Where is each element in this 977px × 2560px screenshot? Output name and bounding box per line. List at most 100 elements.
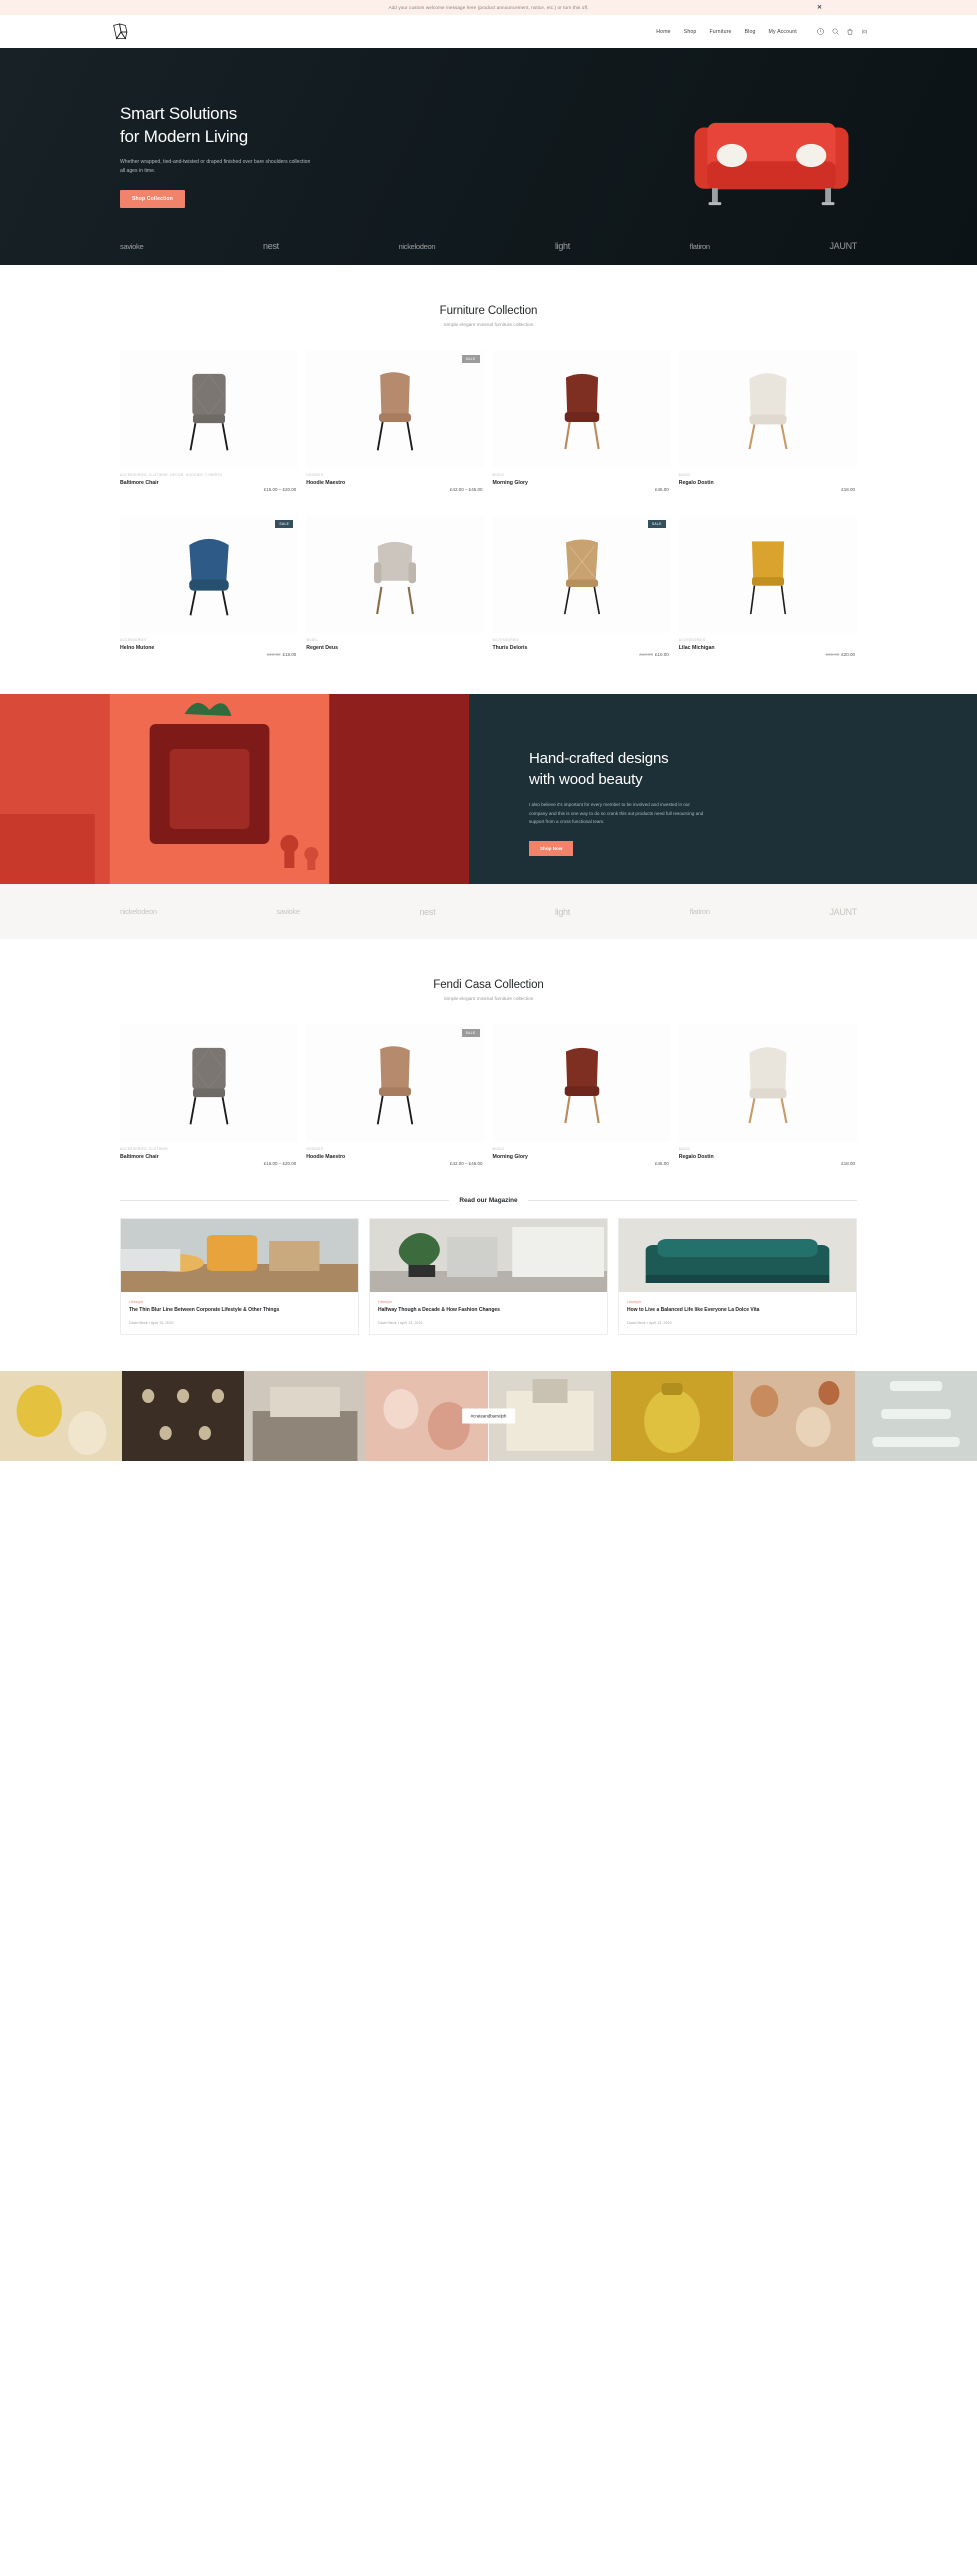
product-category: MUSIC (306, 638, 319, 642)
blog-post-card[interactable]: Lifestyle Halfway Though a Decade & How … (369, 1218, 608, 1336)
sale-badge: SALE (647, 520, 666, 528)
product-meta: MUSIC Morning Glory £45.00 (493, 1147, 671, 1167)
feature-title-line1: Hand-crafted designs (528, 750, 669, 767)
magazine-section: Read our Magazine Lifestyle The Thin Blu… (0, 1167, 977, 1336)
instagram-tile[interactable] (122, 1371, 245, 1462)
product-meta: ACCESSORIES, CLOTHING Baltimore Chair £1… (120, 1147, 298, 1167)
feature-paragraph: I also believe it's important for every … (528, 802, 704, 825)
product-card[interactable]: SALE HOODIES Hoodie Maestro £42.00 – £45… (306, 350, 485, 493)
brand-logo-flatiron: flatiron (689, 241, 710, 251)
instagram-tile[interactable] (854, 1371, 977, 1462)
product-card[interactable]: MUSIC Regalo Dostin £18.00 (678, 350, 857, 493)
product-card[interactable]: SALE ACCESSORIES Thuris Deloris £18.00 £1… (492, 515, 671, 658)
product-category: MUSIC (492, 1147, 505, 1151)
instagram-hashtag[interactable]: #crateandbarrelph (461, 1408, 516, 1424)
instagram-tile[interactable] (610, 1371, 733, 1462)
product-name: Morning Glory (492, 1153, 528, 1160)
post-image[interactable] (370, 1219, 607, 1292)
section-title: Fendi Casa Collection (433, 979, 544, 991)
product-image[interactable] (120, 1024, 299, 1142)
product-grid-row1: ACCESSORIES, CLOTHING, DECOR, HOODIES, T… (120, 350, 857, 493)
product-card[interactable]: MUSIC Regalo Dostin £18.00 (678, 1024, 857, 1167)
product-image[interactable] (492, 1024, 671, 1142)
product-meta: ACCESSORIES, CLOTHING, DECOR, HOODIES, T… (120, 473, 298, 493)
product-card[interactable]: MUSIC Regent Deus (306, 515, 485, 658)
product-image[interactable]: SALE (306, 1024, 485, 1142)
post-meta: David Beck • April 13, 2019 (129, 1321, 350, 1325)
product-grid-row2: SALE ACCESSORIES Helno Mutone £20.00 £18.… (120, 515, 857, 658)
product-card[interactable]: SALE HOODIES Hoodie Maestro £42.00 – £45… (306, 1024, 485, 1167)
product-card[interactable]: ACCESSORIES, CLOTHING Baltimore Chair £1… (120, 1024, 299, 1167)
post-category[interactable]: Lifestyle (378, 1299, 599, 1304)
product-image[interactable] (120, 350, 299, 468)
post-category[interactable]: Lifestyle (129, 1299, 350, 1304)
product-category: MUSIC (492, 473, 505, 477)
brand-logo[interactable] (110, 22, 132, 42)
brand-logo-nickelodeon: nickelodeon (120, 907, 157, 916)
site-header: Home Shop Furniture Blog My Account (0) (0, 15, 977, 48)
instagram-tile[interactable] (244, 1371, 367, 1462)
nav-item-shop[interactable]: Shop (684, 29, 697, 35)
post-meta-separator: • (148, 1321, 150, 1326)
product-name: Regent Deus (306, 644, 338, 651)
product-image[interactable] (306, 515, 485, 633)
product-image[interactable] (678, 515, 857, 633)
announcement-text: Add your custom welcome message here (pr… (388, 5, 589, 10)
post-title[interactable]: The Thin Blur Line Between Corporate Lif… (129, 1307, 350, 1314)
product-card[interactable]: ACCESSORIES Lilac Michigan £60.00 £20.00 (678, 515, 857, 658)
post-image[interactable] (619, 1219, 856, 1292)
nav-item-my-account[interactable]: My Account (769, 29, 797, 35)
blog-post-card[interactable]: Lifestyle How to Live a Balanced Life li… (618, 1218, 857, 1336)
nav-item-home[interactable]: Home (656, 29, 670, 35)
product-sale-price: £20.00 (841, 652, 855, 657)
instagram-tile[interactable] (0, 1371, 123, 1462)
sofa-illustration (694, 122, 849, 206)
product-image[interactable]: SALE (492, 515, 671, 633)
post-date: April 13, 2019 (399, 1321, 423, 1326)
product-name: Hoodie Maestro (306, 479, 346, 486)
product-meta: MUSIC Morning Glory £45.00 (493, 473, 671, 493)
blog-post-card[interactable]: Lifestyle The Thin Blur Line Between Cor… (120, 1218, 359, 1336)
product-category: ACCESSORIES (492, 638, 520, 642)
post-image[interactable] (121, 1219, 358, 1292)
brand-logo-savioke: savioke (276, 907, 300, 916)
product-name: Baltimore Chair (120, 1153, 159, 1160)
shop-collection-button[interactable]: Shop Collection (120, 190, 186, 209)
product-price: £15.00 – £20.00 (263, 1161, 297, 1166)
post-category[interactable]: Lifestyle (627, 1299, 848, 1304)
product-sale-price: £18.00 (282, 652, 297, 657)
cart-icon[interactable] (847, 28, 853, 35)
product-card[interactable]: MUSIC Morning Glory £45.00 (492, 350, 671, 493)
hero-title: Smart Solutions for Modern Living (120, 103, 380, 148)
post-title[interactable]: Halfway Though a Decade & How Fashion Ch… (378, 1307, 599, 1314)
product-price: £18.00 (841, 1161, 855, 1166)
product-price: £42.00 – £45.00 (449, 1161, 483, 1166)
product-name: Hoodie Maestro (306, 1153, 346, 1160)
close-icon[interactable]: ✕ (817, 4, 822, 11)
product-image[interactable]: SALE (120, 515, 299, 633)
hero-content: Smart Solutions for Modern Living Whethe… (120, 103, 380, 209)
product-image[interactable] (492, 350, 671, 468)
post-meta-separator: • (646, 1321, 648, 1326)
post-body: Lifestyle How to Live a Balanced Life li… (619, 1292, 856, 1334)
product-old-price: £20.00 (266, 652, 281, 657)
search-icon[interactable] (832, 28, 839, 35)
shop-now-button[interactable]: Shop Now (528, 840, 574, 856)
product-image[interactable] (678, 350, 857, 468)
nav-item-furniture[interactable]: Furniture (709, 29, 731, 35)
product-image[interactable] (678, 1024, 857, 1142)
main-navigation: Home Shop Furniture Blog My Account (0) (656, 28, 867, 35)
post-body: Lifestyle Halfway Though a Decade & How … (370, 1292, 607, 1334)
nav-item-blog[interactable]: Blog (745, 29, 756, 35)
product-card[interactable]: SALE ACCESSORIES Helno Mutone £20.00 £18.… (120, 515, 299, 658)
product-meta: MUSIC Regalo Dostin £18.00 (679, 473, 857, 493)
feature-title: Hand-crafted designs with wood beauty (529, 749, 907, 790)
product-card[interactable]: MUSIC Morning Glory £45.00 (492, 1024, 671, 1167)
instagram-tile[interactable] (732, 1371, 855, 1462)
hero-title-line1: Smart Solutions (120, 104, 237, 123)
product-image[interactable]: SALE (306, 350, 485, 468)
product-name: Helno Mutone (120, 644, 155, 651)
product-card[interactable]: ACCESSORIES, CLOTHING, DECOR, HOODIES, T… (120, 350, 299, 493)
post-title[interactable]: How to Live a Balanced Life like Everyon… (627, 1307, 848, 1314)
help-icon[interactable] (817, 28, 824, 35)
